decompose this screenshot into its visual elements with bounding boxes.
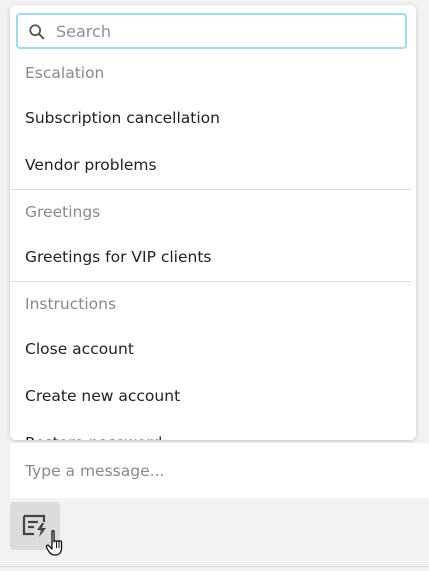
group-header-instructions: Instructions <box>25 295 117 313</box>
chat-composer-panel: Escalation Subscription cancellation Ven… <box>0 0 429 571</box>
message-composer <box>10 443 429 498</box>
canned-responses-dropdown: Escalation Subscription cancellation Ven… <box>10 5 416 440</box>
list-item-greetings-vip[interactable]: Greetings for VIP clients <box>10 234 416 281</box>
response-list: Escalation Subscription cancellation Ven… <box>10 51 416 440</box>
list-item-subscription-cancellation[interactable]: Subscription cancellation <box>10 95 416 142</box>
message-input[interactable] <box>25 443 415 498</box>
bottom-divider <box>0 566 429 567</box>
list-item-create-new-account[interactable]: Create new account <box>10 373 416 420</box>
search-input[interactable] <box>56 15 396 47</box>
list-item-close-account[interactable]: Close account <box>10 326 416 373</box>
search-field[interactable] <box>16 13 407 49</box>
group-header-greetings: Greetings <box>25 203 101 221</box>
canned-responses-icon <box>22 514 46 537</box>
list-item-vendor-problems[interactable]: Vendor problems <box>10 142 416 189</box>
group-header-escalation: Escalation <box>25 64 105 82</box>
search-icon <box>29 24 45 40</box>
canned-responses-button[interactable] <box>10 502 60 550</box>
list-item-restore-password[interactable]: Restore password <box>10 420 416 440</box>
